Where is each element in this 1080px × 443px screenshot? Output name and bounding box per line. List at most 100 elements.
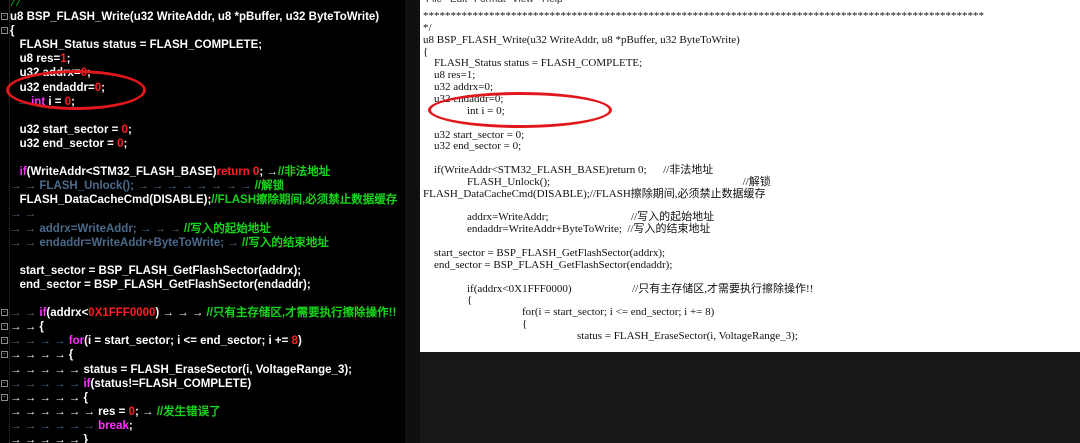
code-token: //非法地址 bbox=[277, 166, 331, 179]
code-token: 0X1FFF0000 bbox=[88, 307, 156, 320]
code-token: //解锁 bbox=[254, 180, 285, 193]
code-token: → → → → → → bbox=[10, 419, 99, 432]
editor-code-line: FLASH_DataCacheCmd(DISABLE);//FLASH擦除期间,… bbox=[10, 193, 398, 207]
code-token: (addrx< bbox=[46, 307, 89, 320]
code-token: u8 BSP_FLASH_Write(u32 WriteAddr, u8 *pB… bbox=[10, 11, 380, 23]
fold-toggle-icon[interactable]: - bbox=[1, 337, 8, 345]
notepad-line: { bbox=[423, 318, 528, 331]
code-token: u32 end_sector = bbox=[10, 137, 118, 150]
code-token: u8 res= bbox=[10, 53, 61, 66]
code-token: (status!=FLASH_COMPLETE) bbox=[90, 377, 252, 390]
menu-file[interactable]: File bbox=[426, 0, 442, 5]
notepad-line: FLASH_DataCacheCmd(DISABLE);//FLASH擦除期间,… bbox=[423, 187, 766, 200]
dark-code-editor[interactable]: - - - - - - - - // u8 BSP_FLASH_Write(u32 Write… bbox=[0, 0, 405, 443]
fold-toggle-icon[interactable]: - bbox=[1, 323, 8, 331]
notepad-window[interactable]: File Edit Format View Help *****************… bbox=[420, 0, 1080, 352]
code-token: ) bbox=[297, 335, 302, 348]
notepad-line: { bbox=[423, 294, 473, 307]
previous-line-fragment: // bbox=[10, 0, 21, 9]
code-token: → → → → → status = FLASH_EraseSector(i, … bbox=[10, 363, 352, 376]
notepad-line: u32 end_sector = 0; bbox=[423, 140, 522, 153]
code-token: → → → → → } bbox=[10, 434, 88, 443]
notepad-line: FLASH_Unlock(); //解锁 bbox=[423, 175, 771, 188]
code-token: //发生错误了 bbox=[156, 405, 221, 418]
fold-toggle-icon[interactable]: - bbox=[1, 27, 8, 35]
editor-code-line: → → endaddr=WriteAddr+ByteToWrite; → //写… bbox=[10, 236, 329, 250]
code-token: → → → → → → res = bbox=[10, 405, 129, 418]
code-token: if bbox=[83, 377, 91, 390]
code-token: (WriteAddr<STM32_FLASH_BASE) bbox=[26, 166, 217, 179]
notepad-line: */ bbox=[423, 21, 432, 34]
red-annotation-ellipse-left bbox=[6, 70, 146, 110]
code-token: → → FLASH_Unlock(); → → → → → → → → bbox=[10, 180, 255, 193]
fold-toggle-icon[interactable]: - bbox=[1, 351, 8, 359]
notepad-line: { bbox=[423, 45, 429, 58]
code-token: ; → bbox=[259, 166, 278, 179]
fold-gutter[interactable]: - - - - - - - - bbox=[0, 0, 10, 443]
code-token: ) → → → bbox=[155, 307, 207, 320]
code-token: → → endaddr=WriteAddr+ByteToWrite; → bbox=[10, 236, 242, 249]
notepad-line: u8 BSP_FLASH_Write(u32 WriteAddr, u8 *pB… bbox=[423, 33, 740, 46]
notepad-line: for(i = start_sector; i <= end_sector; i… bbox=[423, 306, 715, 319]
code-token: //写入的结束地址 bbox=[241, 236, 329, 249]
code-token: u32 start_sector = bbox=[10, 123, 122, 136]
editor-code-line: u8 res=1; bbox=[10, 52, 71, 66]
code-token: FLASH_DataCacheCmd(DISABLE); bbox=[10, 194, 212, 207]
menu-edit[interactable]: Edit bbox=[450, 0, 467, 5]
notepad-line: status = FLASH_EraseSector(i, VoltageRan… bbox=[423, 329, 798, 342]
code-token: start_sector = BSP_FLASH_GetFlashSector(… bbox=[10, 264, 302, 277]
code-token: → → → → { bbox=[10, 349, 74, 362]
fold-toggle-icon[interactable]: - bbox=[1, 379, 8, 387]
editor-code-line: end_sector = BSP_FLASH_GetFlashSector(en… bbox=[10, 278, 311, 292]
fold-toggle-icon[interactable]: - bbox=[1, 309, 8, 317]
editor-code-line: start_sector = BSP_FLASH_GetFlashSector(… bbox=[10, 264, 302, 278]
code-token: → → → → → bbox=[10, 377, 84, 390]
code-token: FLASH_Status status = FLASH_COMPLETE; bbox=[10, 39, 263, 52]
menu-view[interactable]: View bbox=[512, 0, 534, 5]
editor-code-line: u8 BSP_FLASH_Write(u32 WriteAddr, u8 *pB… bbox=[10, 10, 379, 24]
editor-code-line: u32 start_sector = 0; bbox=[10, 123, 132, 137]
editor-code-line: → → addrx=WriteAddr; → → → //写入的起始地址 bbox=[10, 222, 271, 236]
notepad-line: u8 res=1; bbox=[423, 69, 476, 82]
code-token: { bbox=[10, 25, 15, 38]
code-token: //写入的起始地址 bbox=[183, 222, 271, 235]
notepad-line: if(WriteAddr<STM32_FLASH_BASE)return 0; … bbox=[423, 164, 714, 177]
code-token: ; bbox=[66, 53, 71, 66]
editor-code-line: { bbox=[10, 24, 14, 38]
code-token: ; bbox=[127, 123, 132, 136]
code-token: //只有主存储区,才需要执行擦除操作!! bbox=[206, 307, 397, 320]
editor-code-line: → → → → → → break; bbox=[10, 419, 133, 433]
editor-code-line: → → → → → status = FLASH_EraseSector(i, … bbox=[10, 363, 352, 377]
notepad-line: end_sector = BSP_FLASH_GetFlashSector(en… bbox=[423, 258, 673, 271]
menu-format[interactable]: Format bbox=[474, 0, 506, 5]
code-token: → → → → bbox=[10, 335, 69, 348]
editor-code-line: → → → → → } bbox=[10, 433, 88, 443]
editor-code-line: → → → → → if(status!=FLASH_COMPLETE) bbox=[10, 377, 251, 391]
editor-code-line: → → { bbox=[10, 320, 44, 334]
code-token: → → bbox=[10, 307, 40, 320]
code-token: end_sector = BSP_FLASH_GetFlashSector(en… bbox=[10, 278, 311, 291]
fold-toggle-icon[interactable]: - bbox=[1, 13, 8, 20]
code-token: break bbox=[98, 419, 129, 432]
code-token: return 0 bbox=[216, 166, 260, 179]
code-token: ; bbox=[123, 137, 128, 150]
fold-toggle-icon[interactable]: - bbox=[1, 393, 8, 401]
notepad-line: ****************************************… bbox=[423, 10, 984, 22]
notepad-line: if(addrx<0X1FFF0000) //只有主存储区,才需要执行擦除操作!… bbox=[423, 282, 814, 295]
editor-code-line: u32 end_sector = 0; bbox=[10, 137, 128, 151]
notepad-line: addrx=WriteAddr; //写入的起始地址 bbox=[423, 211, 715, 224]
code-token: ; → bbox=[134, 405, 157, 418]
editor-code-line: → → → → → { bbox=[10, 391, 88, 405]
code-token: (i = start_sector; i <= end_sector; i += bbox=[84, 335, 292, 348]
code-token: ; bbox=[128, 419, 133, 432]
menu-help[interactable]: Help bbox=[542, 0, 563, 5]
menu-bar: File Edit Format View Help bbox=[420, 0, 1080, 8]
editor-code-line: if(WriteAddr<STM32_FLASH_BASE)return 0; … bbox=[10, 165, 331, 179]
notepad-line: u32 start_sector = 0; bbox=[423, 128, 525, 141]
red-annotation-ellipse-right bbox=[428, 92, 612, 128]
notepad-line: start_sector = BSP_FLASH_GetFlashSector(… bbox=[423, 247, 666, 259]
code-token: for bbox=[68, 335, 85, 348]
code-token: if bbox=[19, 166, 27, 179]
notepad-line: FLASH_Status status = FLASH_COMPLETE; bbox=[423, 57, 643, 70]
